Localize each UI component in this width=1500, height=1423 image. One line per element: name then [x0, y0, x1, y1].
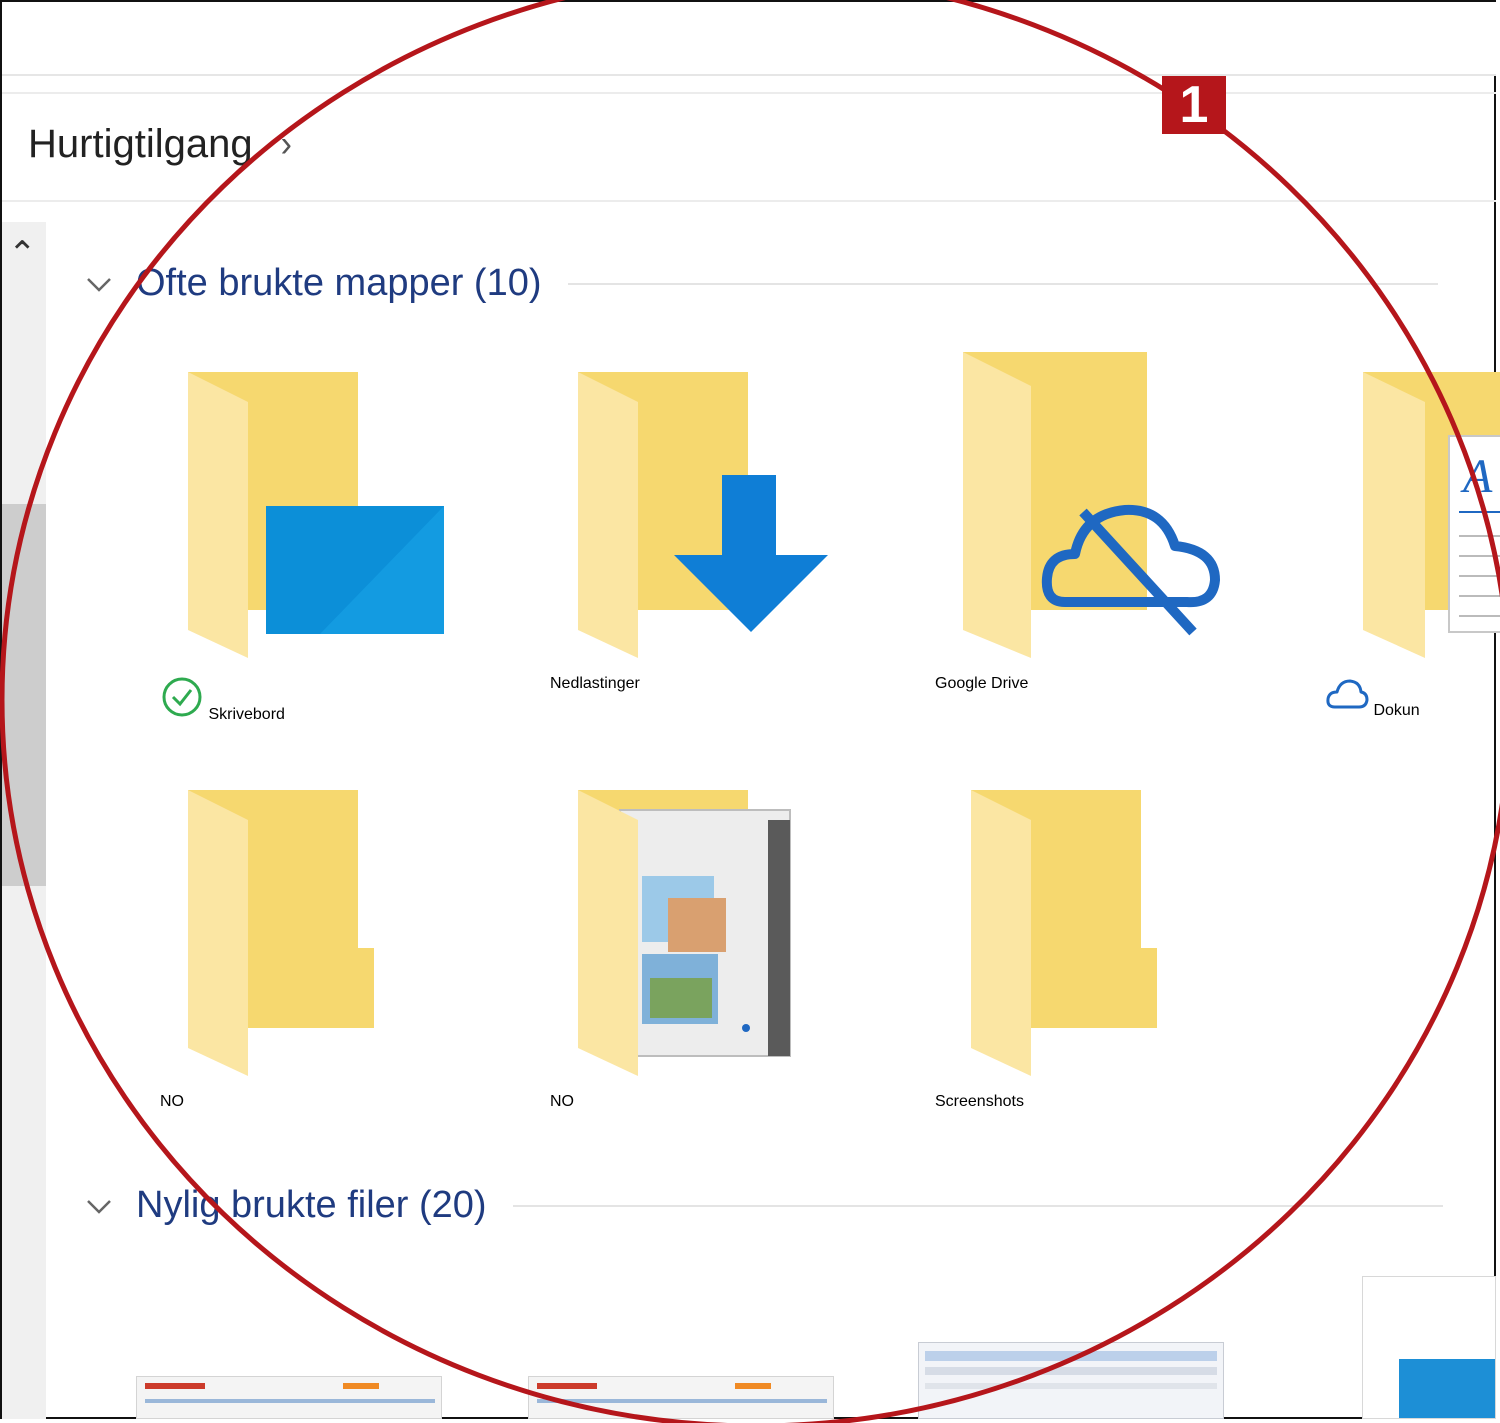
folder-tile[interactable]: NO: [550, 758, 850, 1158]
folder-label: Skrivebord: [208, 706, 285, 723]
breadcrumb: Hurtigtilgang ›: [28, 122, 292, 167]
thumbnail-detail: [343, 1383, 379, 1389]
divider: [2, 200, 1496, 202]
thumbnail-detail: [145, 1399, 435, 1403]
section-title: Ofte brukte mapper (10): [136, 262, 542, 304]
folder-label-row: Google Drive: [935, 675, 1235, 693]
thumbnail-detail: [145, 1383, 205, 1389]
folder-icon: [971, 790, 1157, 1076]
folder-label-row: Skrivebord: [160, 675, 460, 724]
folder-label-row: Nedlastinger: [550, 675, 850, 693]
scrollbar-thumb[interactable]: [2, 504, 46, 886]
folder-tile[interactable]: NO: [160, 758, 460, 1158]
folder-tile[interactable]: Skrivebord: [160, 340, 460, 740]
breadcrumb-location[interactable]: Hurtigtilgang: [28, 122, 253, 167]
recent-file-thumbnail[interactable]: [528, 1376, 834, 1419]
thumbnail-detail: [1399, 1359, 1495, 1418]
synced-check-icon: [162, 677, 202, 717]
thumbnail-detail: [925, 1383, 1217, 1389]
thumbnail-detail: [735, 1383, 771, 1389]
folder-label: Google Drive: [935, 675, 1029, 692]
thumbnail-detail: [537, 1399, 827, 1403]
folder-label: NO: [160, 1093, 184, 1110]
folder-label-row: NO: [550, 1093, 850, 1111]
folder-documents-icon: A: [1363, 372, 1500, 658]
scroll-up-icon[interactable]: ⌃: [8, 234, 37, 274]
section-frequent-folders[interactable]: Ofte brukte mapper (10): [84, 262, 1438, 305]
folder-label-row: NO: [160, 1093, 460, 1111]
folder-label: Nedlastinger: [550, 675, 640, 692]
thumbnail-detail: [925, 1367, 1217, 1375]
section-title: Nylig brukte filer (20): [136, 1184, 487, 1226]
folder-google-drive-icon: [963, 352, 1220, 658]
folder-tile[interactable]: Google Drive: [935, 340, 1235, 740]
folder-downloads-icon: [578, 372, 828, 658]
thumbnail-detail: [537, 1383, 597, 1389]
thumbnail-detail: [925, 1351, 1217, 1361]
folder-desktop-icon: [188, 372, 444, 658]
section-rule: [512, 1204, 1443, 1207]
recent-file-thumbnail[interactable]: [918, 1342, 1224, 1419]
folder-icon: [188, 790, 374, 1076]
folder-pictures-icon: [578, 790, 791, 1076]
folder-label-row: Screenshots: [935, 1093, 1235, 1111]
section-rule: [567, 282, 1438, 285]
folder-label: NO: [550, 1093, 574, 1110]
chevron-down-icon[interactable]: [84, 269, 114, 299]
navigation-pane-scrollbar[interactable]: ⌃: [2, 222, 46, 1419]
folder-tile[interactable]: A Dokun: [1325, 340, 1500, 740]
chevron-down-icon[interactable]: [84, 1191, 114, 1221]
svg-text:A: A: [1460, 450, 1493, 503]
breadcrumb-chevron-icon[interactable]: ›: [281, 123, 292, 166]
folder-label-row: Dokun: [1325, 675, 1500, 720]
divider: [2, 92, 1496, 94]
section-recent-files[interactable]: Nylig brukte filer (20): [84, 1184, 1443, 1227]
recent-file-thumbnail[interactable]: [1362, 1276, 1496, 1419]
folder-tile[interactable]: Screenshots: [935, 758, 1235, 1158]
ribbon-area: [2, 2, 1496, 76]
folder-tile[interactable]: Nedlastinger: [550, 340, 850, 740]
folder-label: Dokun: [1373, 702, 1420, 719]
cloud-icon: [1326, 679, 1369, 709]
folder-label: Screenshots: [935, 1093, 1024, 1110]
annotation-number-badge: 1: [1162, 76, 1226, 134]
recent-file-thumbnail[interactable]: [136, 1376, 442, 1419]
